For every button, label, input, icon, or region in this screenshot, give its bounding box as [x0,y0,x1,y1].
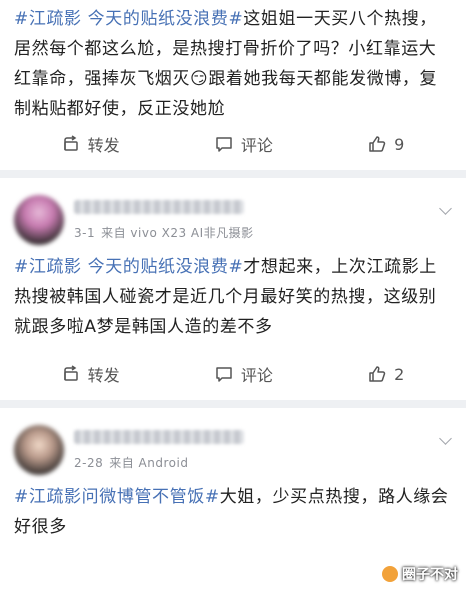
post-subtitle: 2-28 来自 Android [74,454,452,471]
like-count: 9 [394,134,405,154]
post-source: 来自 Android [109,455,189,470]
weibo-post-3: 2-28 来自 Android #江疏影问微博管不管饭#大姐，少买点热搜，路人缘会… [0,408,466,590]
post-header: 2-28 来自 Android [14,418,452,482]
repost-icon [63,365,78,381]
topic-link[interactable]: #江疏影 今天的贴纸没浪费# [14,257,243,277]
repost-icon [63,135,78,151]
username-blurred[interactable] [74,429,244,444]
repost-label: 转发 [87,136,120,155]
username-blurred[interactable] [74,199,244,214]
action-bar: 转发 评论 2 [0,356,466,392]
like-button[interactable]: 9 [368,135,404,154]
watermark: 圈子不对 [382,564,458,584]
watermark-text: 圈子不对 [402,567,458,583]
post-subtitle: 3-1 来自 vivo X23 AI非凡摄影 [74,224,452,241]
post-text: #江疏影 今天的贴纸没浪费#才想起来，上次江疏影上热搜被韩国人碰瓷才是近几个月最… [14,252,452,342]
comment-button[interactable]: 评论 [215,132,273,156]
comment-label: 评论 [240,136,273,155]
post-meta: 3-1 来自 vivo X23 AI非凡摄影 [74,199,452,241]
comment-icon [216,367,232,382]
thumbs-up-icon [369,366,386,382]
topic-link[interactable]: #江疏影 今天的贴纸没浪费# [14,9,243,29]
topic-link[interactable]: #江疏影问微博管不管饭# [14,487,220,507]
avatar[interactable] [14,195,64,245]
post-date: 2-28 [74,455,104,470]
weibo-post-1: #江疏影 今天的贴纸没浪费#这姐姐一天买八个热搜，居然每个都这么尬，是热搜打骨折… [0,0,466,170]
repost-label: 转发 [87,366,120,385]
post-text: #江疏影 今天的贴纸没浪费#这姐姐一天买八个热搜，居然每个都这么尬，是热搜打骨折… [14,4,452,124]
repost-button[interactable]: 转发 [62,132,120,156]
like-count: 2 [394,364,405,384]
thumbs-up-icon [369,136,386,152]
smirk-emoji-icon: 😏 [190,69,209,89]
action-bar: 转发 评论 9 [0,126,466,162]
post-header: 3-1 来自 vivo X23 AI非凡摄影 [14,188,452,252]
post-source: 来自 vivo X23 AI非凡摄影 [101,225,254,240]
post-text: #江疏影问微博管不管饭#大姐，少买点热搜，路人缘会好很多 [14,482,452,542]
repost-button[interactable]: 转发 [62,362,120,386]
comment-button[interactable]: 评论 [215,362,273,386]
avatar[interactable] [14,425,64,475]
comment-label: 评论 [240,366,273,385]
watermark-logo-icon [382,566,398,582]
like-button[interactable]: 2 [368,365,404,384]
weibo-post-2: 3-1 来自 vivo X23 AI非凡摄影 #江疏影 今天的贴纸没浪费#才想起来… [0,178,466,400]
comment-icon [216,137,232,152]
post-meta: 2-28 来自 Android [74,429,452,471]
post-date: 3-1 [74,225,96,240]
